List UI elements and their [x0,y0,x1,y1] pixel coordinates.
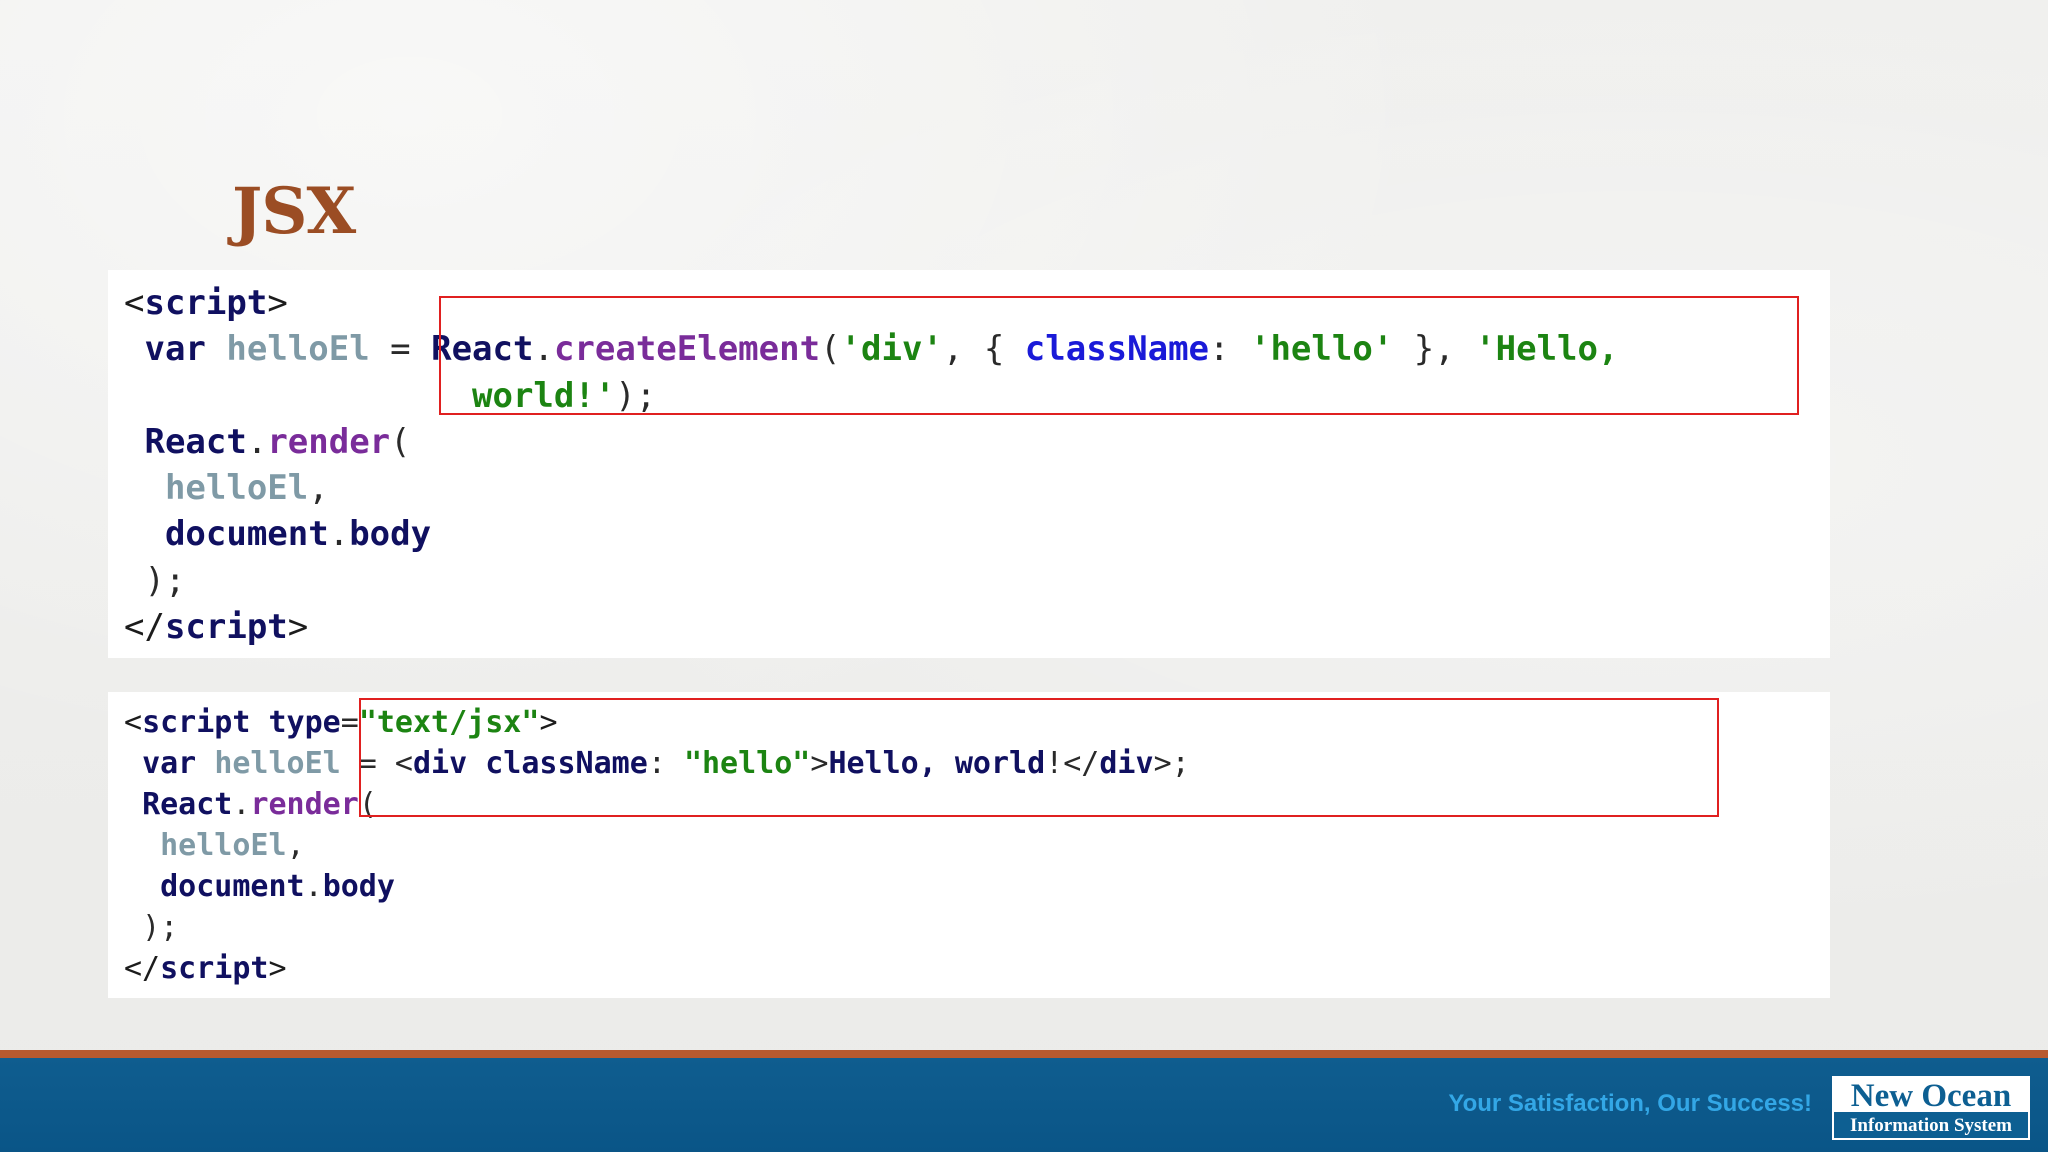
code_block_2-token: "hello" [683,746,811,781]
code_block_2-token [124,869,160,904]
code_block_1-token [206,329,226,369]
code_block_1-token: className [1024,329,1210,370]
code_block_1-token: 'hello' [1249,329,1394,370]
code_block_2-token: script [160,951,269,986]
code-block-create-element: <script> var helloEl = React.createEleme… [124,280,1830,650]
code_block_2-token: , [286,828,305,863]
code_block_1-token: 'Hello, [1475,329,1619,370]
code_block_2-token: body [322,869,395,904]
code_block_1-token: render [267,421,391,462]
code_block_2-token: !</ [1045,746,1100,781]
code_block_2-token: ); [142,910,179,945]
logo-name: New Ocean [1850,1078,2012,1114]
code_block_2-token [124,910,142,945]
code_block_1-token: ( [820,329,841,370]
company-logo: New Ocean Information System [1832,1076,2030,1140]
code_block_2-token: < [124,705,143,740]
code_block_2-token: div [1099,746,1154,781]
code_block_2-token: : [647,746,684,781]
code_block_2-token: . [304,869,323,904]
code_block_1-token: ); [615,375,657,416]
code_block_1-token: React [431,329,534,370]
code_block_1-token: : [1209,329,1250,370]
code_block_1-token: helloEl [164,468,309,509]
code_block_1-token [124,376,472,416]
code_block_2-token: React [142,787,233,822]
code_block_1-token [124,561,144,601]
code_block_2-token: script type [142,705,341,740]
code_block_1-token: world!' [472,375,616,416]
logo-subtitle: Information System [1834,1112,2028,1138]
code_block_1-token: script [144,283,268,323]
code_block_2-token [124,787,142,822]
code_block_1-token: }, [1393,329,1476,370]
code_block_1-token: . [246,421,268,462]
code_block_1-token: = [369,329,432,370]
code_block_1-token: React [144,421,247,462]
code_block_1-token: > [287,607,309,648]
code_block_2-token [124,746,142,781]
code_block_2-token: > [268,951,287,986]
code_block_2-token: . [232,787,251,822]
code_block_2-token: > [810,746,829,781]
code_block_1-token: var [144,329,206,370]
code_block_1-token: document [164,514,329,555]
code_block_1-token: helloEl [226,329,370,370]
footer-rule [0,1050,2048,1058]
code_block_2-token: helloEl [160,828,287,863]
code_block_1-token: 'div' [840,329,943,370]
code_block_2-token: var [142,746,197,781]
code_block_1-token: , { [942,329,1025,370]
code_block_1-token: ); [144,560,186,601]
code_block_2-token: div className [413,746,648,781]
code_block_2-token: > [539,705,558,740]
slide-title: JSX [232,174,356,249]
footer-tagline: Your Satisfaction, Our Success! [1448,1090,1812,1117]
code_block_1-token: </ [124,607,165,648]
code_block_1-token: createElement [553,329,821,370]
code_block_1-token [124,468,165,508]
code_block_1-token: , [308,468,329,509]
code_block_2-token: = < [340,746,413,781]
code_block_1-token: > [267,283,288,323]
code_block_1-token: < [124,283,145,323]
code_block_2-token: </ [124,951,161,986]
code_block_2-token: Hello, world [828,746,1046,781]
code_block_2-token: document [160,869,305,904]
code_block_2-token: >; [1153,746,1190,781]
code-panel-jsx: <script type="text/jsx"> var helloEl = <… [108,692,1830,998]
code_block_1-token: . [328,514,350,555]
code-block-jsx: <script type="text/jsx"> var helloEl = <… [124,702,1830,989]
code_block_1-token [124,514,165,554]
code_block_1-token: body [349,514,432,555]
code_block_1-token [124,329,144,369]
code_block_1-token [124,422,144,462]
code_block_2-token: render [250,787,359,822]
code_block_2-token: = [340,705,359,740]
code_block_2-token: "text/jsx" [358,705,540,740]
code_block_2-token: helloEl [214,746,341,781]
code_block_1-token: ( [390,421,411,462]
code_block_2-token: ( [358,787,377,822]
code_block_2-token [196,746,214,781]
code_block_1-token: script [164,607,288,648]
code_block_2-token [124,828,160,863]
code-panel-create-element: <script> var helloEl = React.createEleme… [108,270,1830,658]
code_block_1-token: . [533,329,554,370]
